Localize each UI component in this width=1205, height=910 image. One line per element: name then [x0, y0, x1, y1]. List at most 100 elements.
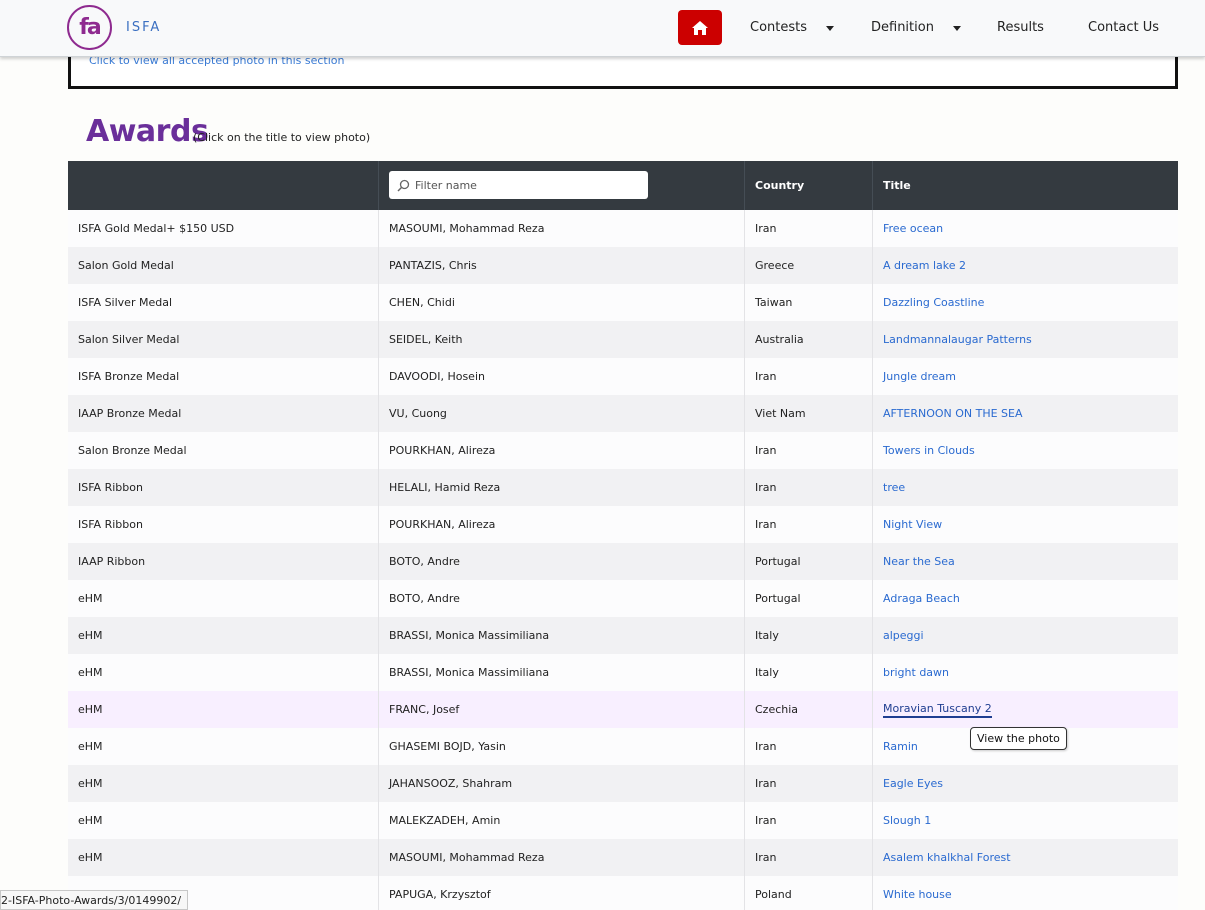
title-cell: White house — [873, 876, 1178, 910]
name-cell: PAPUGA, Krzysztof — [379, 876, 745, 910]
title-cell: tree — [873, 469, 1178, 506]
photo-title-link[interactable]: A dream lake 2 — [883, 259, 966, 272]
filter-name-field[interactable] — [389, 171, 648, 199]
name-cell: PANTAZIS, Chris — [379, 247, 745, 284]
photo-title-link[interactable]: Near the Sea — [883, 555, 955, 568]
award-cell: eHM — [68, 728, 379, 765]
country-cell: Iran — [745, 469, 873, 506]
status-bar-url: 2-ISFA-Photo-Awards/3/0149902/ — [0, 890, 189, 910]
award-cell: ISFA Bronze Medal — [68, 358, 379, 395]
title-cell: bright dawn — [873, 654, 1178, 691]
photo-title-link[interactable]: Eagle Eyes — [883, 777, 943, 790]
table-row: Salon Silver Medal SEIDEL, Keith Australia… — [68, 321, 1178, 358]
title-cell: Adraga Beach — [873, 580, 1178, 617]
photo-title-link[interactable]: Dazzling Coastline — [883, 296, 984, 309]
awards-table: Country Title ISFA Gold Medal+ $150 USDM… — [68, 161, 1178, 910]
country-cell: Poland — [745, 876, 873, 910]
photo-title-link[interactable]: Moravian Tuscany 2 — [883, 702, 992, 718]
table-row: ISFA Ribbon HELALI, Hamid Reza Iran tree — [68, 469, 1178, 506]
photo-title-link[interactable]: Slough 1 — [883, 814, 931, 827]
award-cell: ISFA Ribbon — [68, 469, 379, 506]
award-cell: ISFA Silver Medal — [68, 284, 379, 321]
table-row: IAAP Bronze Medal VU, Cuong Viet Nam AFTERN… — [68, 395, 1178, 432]
photo-title-link[interactable]: AFTERNOON ON THE SEA — [883, 407, 1023, 420]
country-cell: Iran — [745, 765, 873, 802]
table-header: Country Title — [68, 161, 1178, 210]
photo-title-link[interactable]: Asalem khalkhal Forest — [883, 851, 1011, 864]
award-cell: IAAP Ribbon — [68, 543, 379, 580]
photo-title-link[interactable]: Night View — [883, 518, 942, 531]
logo[interactable]: fa — [67, 5, 112, 50]
title-cell: Near the Sea — [873, 543, 1178, 580]
name-cell: BOTO, Andre — [379, 580, 745, 617]
name-cell: VU, Cuong — [379, 395, 745, 432]
brand-name[interactable]: ISFA — [126, 20, 161, 35]
title-cell: A dream lake 2 — [873, 247, 1178, 284]
award-cell: eHM — [68, 654, 379, 691]
table-row: ISFA Ribbon POURKHAN, Alireza Iran Night Vi… — [68, 506, 1178, 543]
nav-contests[interactable]: Contests — [750, 20, 807, 35]
photo-title-link[interactable]: Ramin — [883, 740, 918, 753]
table-row: PAPUGA, Krzysztof Poland White house — [68, 876, 1178, 910]
search-icon — [397, 179, 410, 192]
title-cell: alpeggi — [873, 617, 1178, 654]
country-cell: Portugal — [745, 543, 873, 580]
name-cell: JAHANSOOZ, Shahram — [379, 765, 745, 802]
name-cell: DAVOODI, Hosein — [379, 358, 745, 395]
award-cell: eHM — [68, 839, 379, 876]
nav-results[interactable]: Results — [997, 20, 1044, 35]
award-cell: Salon Bronze Medal — [68, 432, 379, 469]
title-cell: AFTERNOON ON THE SEA — [873, 395, 1178, 432]
award-cell: eHM — [68, 617, 379, 654]
chevron-down-icon[interactable] — [826, 26, 834, 31]
name-cell: POURKHAN, Alireza — [379, 432, 745, 469]
photo-title-link[interactable]: Jungle dream — [883, 370, 956, 383]
header-title: Title — [883, 179, 911, 192]
name-cell: BRASSI, Monica Massimiliana — [379, 617, 745, 654]
header-name — [379, 161, 745, 210]
title-cell: Free ocean — [873, 210, 1178, 247]
chevron-down-icon[interactable] — [953, 26, 961, 31]
photo-title-link[interactable]: bright dawn — [883, 666, 949, 679]
title-cell: Landmannalaugar Patterns — [873, 321, 1178, 358]
nav-definition[interactable]: Definition — [871, 20, 934, 35]
award-cell: IAAP Bronze Medal — [68, 395, 379, 432]
photo-title-link[interactable]: Landmannalaugar Patterns — [883, 333, 1032, 346]
award-cell: Salon Silver Medal — [68, 321, 379, 358]
photo-title-link[interactable]: alpeggi — [883, 629, 924, 642]
top-navbar: fa ISFA Contests Definition Results Cont… — [0, 0, 1205, 57]
name-cell: HELALI, Hamid Reza — [379, 469, 745, 506]
country-cell: Iran — [745, 728, 873, 765]
country-cell: Viet Nam — [745, 395, 873, 432]
photo-title-link[interactable]: Free ocean — [883, 222, 943, 235]
name-cell: BRASSI, Monica Massimiliana — [379, 654, 745, 691]
table-row: ISFA Gold Medal+ $150 USD MASOUMI, Mohamm… — [68, 210, 1178, 247]
photo-title-link[interactable]: White house — [883, 888, 952, 901]
title-cell: Jungle dream — [873, 358, 1178, 395]
table-row: eHM BRASSI, Monica Massimiliana Italy brigh… — [68, 654, 1178, 691]
nav-contact-us[interactable]: Contact Us — [1088, 20, 1159, 35]
country-cell: Iran — [745, 802, 873, 839]
photo-title-link[interactable]: Adraga Beach — [883, 592, 960, 605]
country-cell: Iran — [745, 839, 873, 876]
table-row: IAAP Ribbon BOTO, Andre Portugal Near the S… — [68, 543, 1178, 580]
table-row: eHM MASOUMI, Mohammad Reza Iran Asalem khal… — [68, 839, 1178, 876]
filter-name-input[interactable] — [415, 178, 635, 192]
title-cell: Asalem khalkhal Forest — [873, 839, 1178, 876]
award-cell: eHM — [68, 580, 379, 617]
table-row: eHM MALEKZADEH, Amin Iran Slough 1 — [68, 802, 1178, 839]
home-button[interactable] — [678, 10, 722, 45]
photo-title-link[interactable]: Towers in Clouds — [883, 444, 975, 457]
country-cell: Iran — [745, 506, 873, 543]
name-cell: BOTO, Andre — [379, 543, 745, 580]
name-cell: MASOUMI, Mohammad Reza — [379, 210, 745, 247]
country-cell: Taiwan — [745, 284, 873, 321]
table-row: eHM JAHANSOOZ, Shahram Iran Eagle Eyes — [68, 765, 1178, 802]
title-cell: Dazzling Coastline — [873, 284, 1178, 321]
photo-title-link[interactable]: tree — [883, 481, 905, 494]
table-body: ISFA Gold Medal+ $150 USD MASOUMI, Mohamm… — [68, 210, 1178, 910]
country-cell: Greece — [745, 247, 873, 284]
table-row: ISFA Silver Medal CHEN, Chidi Taiwan Dazzli… — [68, 284, 1178, 321]
award-cell: ISFA Gold Medal+ $150 USD — [68, 210, 379, 247]
name-cell: POURKHAN, Alireza — [379, 506, 745, 543]
